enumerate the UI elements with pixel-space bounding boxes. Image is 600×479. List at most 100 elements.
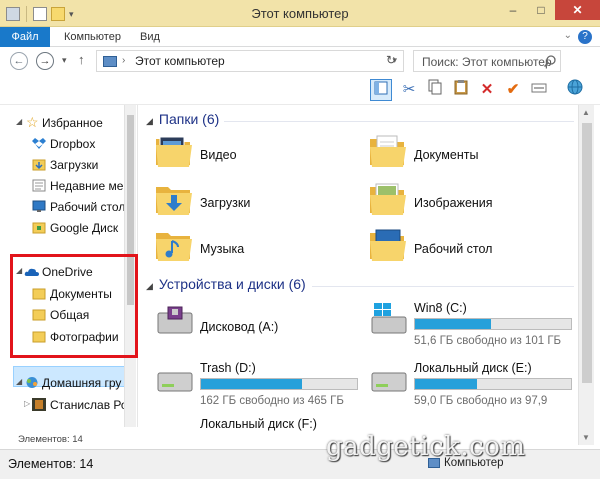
tab-file[interactable]: Файл [0,27,50,47]
nav-item-dropbox[interactable]: Dropbox [0,134,124,155]
forward-button[interactable]: → [36,52,54,70]
folder-item-documents[interactable]: Документы [368,133,568,177]
drive-usage-bar [414,318,572,330]
folder-item-music[interactable]: Музыка [154,227,334,271]
search-input[interactable]: Поиск: Этот компьютер [413,50,561,72]
item-label: Видео [200,148,237,162]
nav-item-recent[interactable]: Недавние ме [0,176,124,197]
search-icon[interactable] [543,54,557,68]
star-icon: ☆ [26,114,39,130]
content-pane: ◢ Папки (6) Видео Документы Загрузки Изоб… [140,105,578,431]
downloads-folder-icon [156,187,192,215]
nav-item-homegroup-user[interactable]: ▷ Станислав Ро [0,395,124,416]
user-avatar-icon [32,398,46,411]
item-label: Рабочий стол [414,242,493,256]
address-bar[interactable]: › Этот компьютер ▾ [96,50,404,72]
hard-drive-icon [157,372,193,392]
rename-button[interactable]: ✔ [502,79,524,101]
close-button[interactable]: ✕ [555,0,600,20]
drive-usage-bar [200,378,358,390]
hard-drive-icon [371,372,407,392]
nav-item-google-drive[interactable]: Google Диск [0,218,124,239]
expand-arrow-icon[interactable]: ▷ [24,399,30,408]
folder-item-pictures[interactable]: Изображения [368,181,568,225]
tab-view[interactable]: Вид [140,27,160,47]
nav-label: Домашняя гру [42,376,122,390]
scroll-down-icon[interactable]: ▼ [582,433,590,442]
drive-item-floppy[interactable]: Дисковод (A:) [154,303,354,347]
drive-item-f[interactable]: Локальный диск (F:) [154,417,364,431]
item-label: Документы [414,148,479,162]
nav-item-favorites[interactable]: ◢ ☆ Избранное [0,113,124,134]
address-path: Этот компьютер [135,54,225,68]
group-divider [224,121,574,122]
collapse-arrow-icon[interactable]: ◢ [16,117,22,126]
nav-item-desktop[interactable]: Рабочий стол [0,197,124,218]
properties-icon [531,83,547,93]
music-folder-icon [156,233,192,261]
paste-button[interactable] [450,79,472,101]
help-icon[interactable]: ? [578,30,592,44]
drive-label: Trash (D:) [200,361,256,375]
collapse-chevron-icon[interactable]: ◢ [146,281,153,291]
ribbon-tabs: Файл Компьютер Вид ⌄ ? [0,27,600,47]
copy-icon [428,79,442,95]
nav-label: Недавние ме [50,179,124,193]
network-button[interactable] [564,79,586,101]
drive-free-space: 162 ГБ свободно из 465 ГБ [200,395,344,407]
cut-button[interactable]: ✂ [398,79,420,101]
breadcrumb-separator-icon[interactable]: › [122,55,125,66]
preview-pane-icon [374,81,388,95]
drive-item-d[interactable]: Trash (D:) 162 ГБ свободно из 465 ГБ [154,361,364,411]
clipboard-icon [454,80,468,95]
collapse-arrow-icon[interactable]: ◢ [16,377,22,386]
content-scrollbar[interactable]: ▲ ▼ [578,105,594,445]
drive-item-e[interactable]: Локальный диск (E:) 59,0 ГБ свободно из … [368,361,574,411]
pictures-folder-icon [370,183,406,215]
nav-label: Избранное [42,116,103,130]
content-scrollbar-thumb[interactable] [582,123,592,383]
group-divider [312,286,574,287]
floppy-drive-icon [157,306,193,334]
item-label: Загрузки [200,196,251,210]
recent-locations-chevron-icon[interactable]: ▾ [62,55,67,66]
globe-icon [567,79,583,95]
expand-ribbon-chevron-icon[interactable]: ⌄ [564,30,572,41]
folder-item-video[interactable]: Видео [154,133,334,177]
refresh-icon[interactable]: ↻ [386,53,396,67]
nav-item-homegroup[interactable]: ◢ Домашняя гру [0,373,124,394]
copy-button[interactable] [424,79,446,101]
folder-item-downloads[interactable]: Загрузки [154,181,334,225]
windows-drive-icon [371,303,407,334]
computer-icon [103,56,117,67]
drives-group-header[interactable]: ◢ Устройства и диски (6) [146,276,306,292]
documents-folder-icon [370,135,406,167]
minimize-button[interactable]: – [499,0,527,20]
properties-button[interactable] [528,79,550,101]
delete-x-icon: ✕ [480,81,494,98]
group-title: Папки (6) [158,111,220,127]
title-bar: ▾ Этот компьютер – □ ✕ [0,0,600,27]
preview-pane-button[interactable] [370,79,392,101]
nav-label: Dropbox [50,137,96,151]
up-arrow-icon[interactable]: ↑ [78,52,85,67]
drive-item-c[interactable]: Win8 (C:) 51,6 ГБ свободно из 101 ГБ [368,301,574,351]
homegroup-icon [26,377,38,388]
dropbox-icon [32,138,46,149]
google-drive-folder-icon [32,222,46,234]
collapse-chevron-icon[interactable]: ◢ [146,116,153,126]
nav-item-downloads[interactable]: Загрузки [0,155,124,176]
back-button[interactable]: ← [10,52,28,70]
video-folder-icon [156,136,192,167]
drive-free-space: 59,0 ГБ свободно из 97,9 [414,395,548,407]
drive-usage-fill [201,379,303,389]
folder-item-desktop[interactable]: Рабочий стол [368,227,568,271]
window-controls: – □ ✕ [499,0,600,20]
maximize-button[interactable]: □ [527,0,555,20]
search-placeholder: Поиск: Этот компьютер [422,55,552,69]
item-count: Элементов: 14 [8,457,94,471]
folders-group-header[interactable]: ◢ Папки (6) [146,111,219,127]
scroll-up-icon[interactable]: ▲ [582,108,590,117]
tab-computer[interactable]: Компьютер [64,27,121,47]
delete-button[interactable]: ✕ [476,79,498,101]
